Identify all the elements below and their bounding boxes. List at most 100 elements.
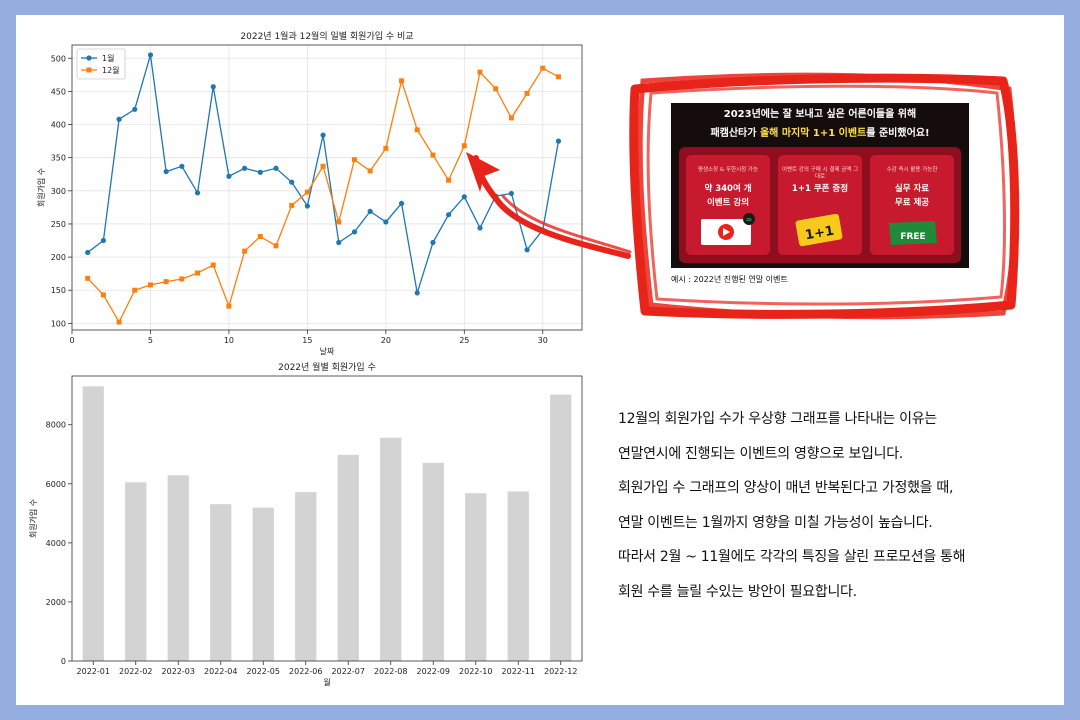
text-line: 연말 이벤트는 1월까지 영향을 미칠 가능성이 높습니다. [618, 514, 933, 531]
x-tick-label: 2022-01 [77, 667, 110, 676]
data-point [399, 78, 405, 84]
data-point [430, 152, 436, 158]
y-tick-label: 200 [51, 253, 66, 262]
data-point [132, 106, 138, 112]
x-tick-label: 2022-07 [332, 667, 365, 676]
data-point [351, 229, 358, 235]
y-tick-label: 250 [51, 220, 66, 229]
data-point [493, 193, 499, 199]
data-point [508, 190, 514, 197]
data-point [430, 239, 436, 246]
text-line: 따라서 2월 ~ 11월에도 각각의 특징을 살린 프로모션을 통해 [618, 549, 966, 565]
data-point [100, 292, 106, 298]
chart-title: 2022년 월별 회원가입 수 [278, 361, 376, 373]
data-point [179, 163, 185, 169]
banner-card-lectures: 평생소장 & 무한시청 가능 약 340여 개 이벤트 강의 ∞ [686, 155, 770, 255]
coupon-icon: 1+1 [795, 213, 843, 247]
x-tick-label: 20 [381, 336, 391, 345]
data-point [163, 279, 169, 285]
x-tick-label: 2022-05 [247, 667, 280, 676]
data-point [508, 115, 514, 121]
data-point [226, 303, 232, 309]
banner-caption: 예시 : 2022년 진행된 연말 이벤트 [671, 275, 788, 284]
card-title: 이벤트 강의 [706, 198, 750, 208]
data-point [273, 243, 279, 249]
data-point [116, 116, 122, 122]
x-tick-label: 2022-06 [289, 667, 322, 676]
data-point [351, 157, 357, 163]
x-tick-label: 25 [459, 336, 469, 345]
x-tick-label: 5 [148, 336, 153, 345]
data-point [524, 247, 530, 253]
chart-title: 2022년 1월과 12월의 일별 회원가입 수 비교 [240, 30, 413, 42]
text-line: 회원 수를 늘릴 수있는 방안이 필요합니다. [618, 583, 857, 600]
bar [422, 462, 444, 661]
data-point [304, 203, 310, 209]
data-point [257, 169, 263, 175]
data-point [179, 276, 185, 282]
y-tick-label: 500 [51, 54, 66, 63]
play-video-icon: ∞ [701, 213, 755, 245]
card-subtitle: 이벤트 강의 구매 시 결제 금액 그대로 [781, 167, 859, 180]
card-title: 실무 자료 [894, 184, 930, 194]
legend-marker [86, 55, 92, 61]
explanation-text: 12월의 회원가입 수가 우상향 그래프를 나타내는 이유는 연말연시에 진행되… [618, 402, 1058, 609]
data-point [242, 248, 248, 254]
y-tick-label: 450 [51, 87, 66, 96]
data-point [320, 163, 326, 169]
y-tick-label: 150 [51, 286, 66, 295]
text-line: 연말연시에 진행되는 이벤트의 영향으로 보입니다. [618, 445, 903, 462]
data-point [147, 282, 153, 288]
svg-text:∞: ∞ [746, 215, 753, 224]
data-point [195, 270, 201, 276]
x-tick-label: 2022-11 [502, 667, 535, 676]
data-point [304, 189, 310, 195]
legend-marker [86, 67, 92, 73]
data-point [493, 86, 499, 92]
x-tick-label: 2022-08 [374, 667, 407, 676]
data-point [477, 225, 483, 231]
legend-label: 12월 [102, 65, 120, 75]
plot-frame [71, 375, 583, 662]
data-point [367, 208, 373, 214]
y-tick-label: 2000 [46, 598, 66, 607]
data-point [540, 65, 546, 71]
data-point [210, 84, 216, 90]
data-point [226, 173, 232, 179]
data-point [85, 249, 91, 256]
data-point [289, 202, 295, 208]
bar [167, 475, 189, 661]
bar [465, 493, 487, 661]
svg-text:FREE: FREE [900, 232, 925, 242]
series-line-2 [87, 67, 559, 324]
data-point [414, 127, 420, 133]
data-point [210, 262, 216, 268]
bar [507, 491, 529, 661]
card-subtitle: 평생소장 & 무한시청 가능 [697, 167, 759, 173]
banner-subheadline: 패캠산타가 올해 마지막 1+1 이벤트를 준비했어요! [710, 128, 930, 139]
y-tick-label: 400 [51, 121, 66, 130]
x-tick-label: 30 [538, 336, 548, 345]
data-point [132, 287, 138, 293]
y-tick-label: 8000 [46, 421, 66, 430]
data-point [367, 168, 373, 174]
data-point [336, 219, 342, 225]
data-point [257, 234, 263, 240]
data-point [414, 290, 420, 296]
x-tick-label: 10 [224, 336, 234, 345]
data-point [446, 177, 452, 183]
banner-card-free: 수강 즉시 활용 가능한 실무 자료 무료 제공 FREE [870, 155, 954, 255]
bar [550, 394, 572, 661]
text-line: 12월의 회원가입 수가 우상향 그래프를 나타내는 이유는 [618, 411, 937, 427]
free-gift-icon: FREE [889, 221, 937, 245]
data-point [289, 179, 295, 185]
data-point [383, 219, 389, 225]
bar [295, 492, 317, 661]
text-line: 회원가입 수 그래프의 양상이 매년 반복된다고 가정했을 때, [618, 480, 954, 496]
y-tick-label: 6000 [46, 480, 66, 489]
x-tick-label: 2022-09 [417, 667, 450, 676]
y-axis-label: 회원가입 수 [29, 499, 38, 538]
bar [210, 504, 232, 661]
data-point [116, 319, 122, 325]
data-point [163, 168, 169, 175]
